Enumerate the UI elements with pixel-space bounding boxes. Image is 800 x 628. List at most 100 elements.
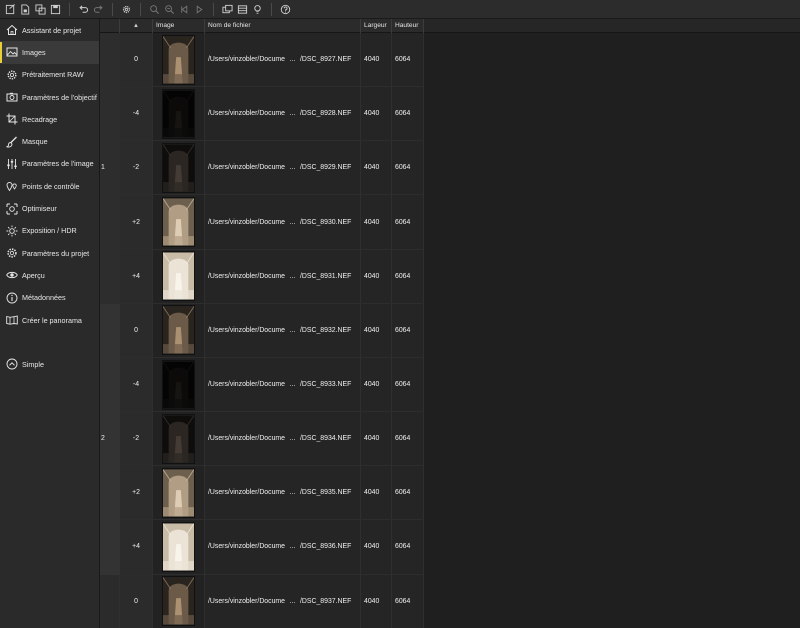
image-thumbnail[interactable] [162, 305, 195, 356]
column-header-filename[interactable]: Nom de fichier [205, 19, 361, 33]
image-thumbnail[interactable] [162, 142, 195, 193]
table-row[interactable]: -4/Users/vinzobler/Docume.../DSC_8928.NE… [100, 87, 424, 142]
height-value: 6064 [395, 543, 411, 551]
table-body: 0/Users/vinzobler/Docume.../DSC_8927.NEF… [100, 33, 424, 628]
table-row[interactable]: 0/Users/vinzobler/Docume.../DSC_8927.NEF… [100, 33, 424, 88]
sidebar-item-metadata[interactable]: Métadonnées [0, 287, 99, 309]
column-header-image[interactable]: Image [153, 19, 205, 33]
sidebar-item-images[interactable]: Images [0, 41, 99, 64]
list-view-icon[interactable] [235, 2, 249, 16]
image-thumbnail[interactable] [162, 467, 195, 518]
width-cell: 4040 [361, 357, 392, 412]
column-header-group[interactable] [100, 19, 120, 33]
sidebar-item-project-settings[interactable]: Paramètres du projet [0, 242, 99, 264]
file-path: /Users/vinzobler/Docume [208, 164, 285, 172]
info-icon [5, 291, 18, 304]
column-header-width[interactable]: Largeur [361, 19, 392, 33]
file-name: /DSC_8927.NEF [299, 56, 352, 64]
table-row[interactable]: 0/Users/vinzobler/Docume.../DSC_8932.NEF… [100, 303, 424, 358]
sidebar-item-preview[interactable]: Aperçu [0, 264, 99, 286]
next-icon[interactable] [192, 2, 206, 16]
sidebar-item-create-panorama[interactable]: Créer le panorama [0, 309, 99, 331]
open-file-icon[interactable] [18, 2, 32, 16]
duplicate-icon[interactable] [33, 2, 47, 16]
lightbulb-icon[interactable] [250, 2, 264, 16]
exposure-cell: 0 [120, 574, 153, 628]
image-thumbnail[interactable] [162, 34, 195, 85]
path-ellipsis: ... [289, 110, 296, 118]
sidebar-item-label: Exposition / HDR [22, 226, 77, 236]
sidebar-item-optimizer[interactable]: Optimiseur [0, 197, 99, 219]
sidebar-item-exposure-hdr[interactable]: Exposition / HDR [0, 220, 99, 242]
table-row[interactable]: -2/Users/vinzobler/Docume.../DSC_8929.NE… [100, 141, 424, 196]
redo-icon[interactable] [91, 2, 105, 16]
height-value: 6064 [395, 110, 411, 118]
table-row[interactable]: -4/Users/vinzobler/Docume.../DSC_8933.NE… [100, 357, 424, 413]
settings-gear-icon[interactable] [119, 2, 133, 16]
zoom-in-icon[interactable] [147, 2, 161, 16]
file-name: /DSC_8936.NEF [299, 543, 352, 551]
exposure-cell: +4 [120, 520, 153, 574]
camera-icon [5, 91, 18, 104]
layers-icon[interactable] [220, 2, 234, 16]
exposure-value: -4 [132, 381, 140, 389]
table-row[interactable]: +2/Users/vinzobler/Docume.../DSC_8935.NE… [100, 466, 424, 521]
table-row[interactable]: +4/Users/vinzobler/Docume.../DSC_8936.NE… [100, 520, 424, 575]
sidebar-item-raw-preprocessing[interactable]: Prétraitement RAW [0, 64, 99, 86]
image-cell [153, 87, 205, 141]
width-value: 4040 [364, 272, 380, 280]
width-value: 4040 [364, 597, 380, 605]
path-ellipsis: ... [289, 381, 296, 389]
sidebar-item-label: Points de contrôle [22, 181, 80, 191]
stack-group-number: 2 [101, 435, 105, 443]
eye-icon [5, 269, 18, 282]
sidebar-item-label: Métadonnées [22, 293, 66, 303]
new-project-icon[interactable] [3, 2, 17, 16]
image-thumbnail[interactable] [162, 413, 195, 464]
zoom-out-icon[interactable] [162, 2, 176, 16]
image-thumbnail[interactable] [162, 251, 195, 302]
path-ellipsis: ... [289, 435, 296, 443]
height-value: 6064 [395, 164, 411, 172]
mode-toggle-simple[interactable]: Simple [0, 353, 99, 375]
filename-cell: /Users/vinzobler/Docume.../DSC_8928.NEF [205, 87, 361, 141]
height-value: 6064 [395, 597, 411, 605]
sidebar-item-image-settings[interactable]: Paramètres de l'image [0, 153, 99, 175]
exposure-value: +4 [132, 543, 140, 551]
sidebar-item-crop[interactable]: Recadrage [0, 108, 99, 130]
image-thumbnail[interactable] [162, 576, 195, 627]
column-header-height[interactable]: Hauteur [392, 19, 424, 33]
chevron-up-circle-icon [5, 358, 18, 371]
image-cell [153, 195, 205, 249]
sidebar-item-control-points[interactable]: Points de contrôle [0, 175, 99, 197]
save-icon[interactable] [48, 2, 62, 16]
table-row[interactable]: 0/Users/vinzobler/Docume.../DSC_8937.NEF… [100, 574, 424, 628]
filename-cell: /Users/vinzobler/Docume.../DSC_8935.NEF [205, 466, 361, 520]
image-thumbnail[interactable] [162, 359, 195, 410]
undo-icon[interactable] [76, 2, 90, 16]
image-cell [153, 466, 205, 520]
pins-icon [5, 180, 18, 193]
file-path: /Users/vinzobler/Docume [208, 218, 285, 226]
sidebar-item-mask[interactable]: Masque [0, 130, 99, 152]
image-thumbnail[interactable] [162, 88, 195, 139]
exposure-value: +4 [132, 272, 140, 280]
path-ellipsis: ... [289, 56, 296, 64]
table-row[interactable]: +4/Users/vinzobler/Docume.../DSC_8931.NE… [100, 249, 424, 304]
column-header-sort[interactable]: ▲ [120, 19, 153, 33]
table-row[interactable]: +2/Users/vinzobler/Docume.../DSC_8930.NE… [100, 195, 424, 250]
image-thumbnail[interactable] [162, 521, 195, 572]
image-thumbnail[interactable] [162, 197, 195, 248]
height-value: 6064 [395, 435, 411, 443]
table-row[interactable]: -2/Users/vinzobler/Docume.../DSC_8934.NE… [100, 412, 424, 467]
file-name: /DSC_8931.NEF [299, 272, 352, 280]
sidebar-item-lens-settings[interactable]: Paramètres de l'objectif [0, 86, 99, 108]
height-cell: 6064 [392, 303, 424, 357]
sidebar-item-project-assistant[interactable]: Assistant de projet [0, 19, 99, 41]
file-path: /Users/vinzobler/Docume [208, 543, 285, 551]
toolbar-separator [140, 2, 141, 16]
help-icon[interactable] [278, 2, 292, 16]
previous-icon[interactable] [177, 2, 191, 16]
image-cell [153, 357, 205, 412]
